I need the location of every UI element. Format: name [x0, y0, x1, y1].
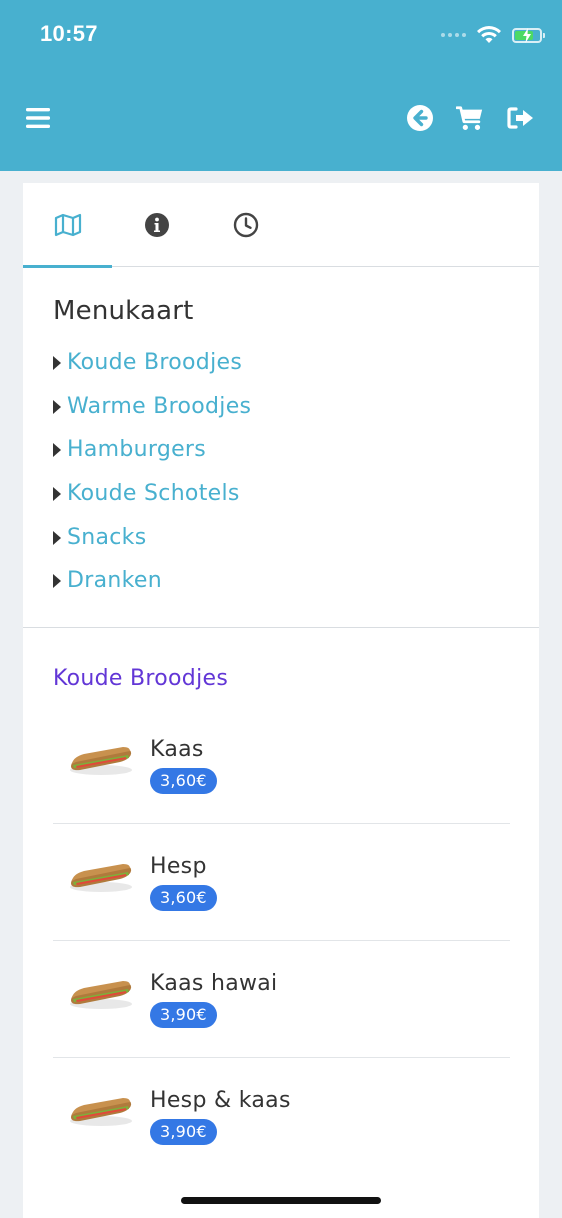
menu-item-label[interactable]: Dranken: [67, 568, 162, 593]
menu-item-label[interactable]: Koude Schotels: [67, 481, 240, 506]
product-name: Hesp: [150, 854, 207, 879]
menu-category-list: Koude Broodjes Warme Broodjes Hamburgers…: [53, 341, 251, 603]
section-divider: [23, 627, 539, 628]
menu-item-koude-schotels[interactable]: Koude Schotels: [53, 472, 251, 516]
caret-right-icon: [53, 399, 61, 414]
arrow-circle-left-icon: [407, 105, 433, 131]
caret-right-icon: [53, 530, 61, 545]
shopping-cart-icon: [456, 106, 483, 130]
status-indicators: [441, 24, 545, 46]
sandwich-icon: [70, 864, 132, 892]
menu-title: Menukaart: [53, 296, 194, 326]
restaurant-card: Menukaart Koude Broodjes Warme Broodjes …: [23, 183, 539, 1218]
menu-item-label[interactable]: Hamburgers: [67, 437, 206, 462]
caret-right-icon: [53, 574, 61, 589]
logout-button[interactable]: [507, 104, 535, 132]
caret-right-icon: [53, 356, 61, 371]
sandwich-icon: [70, 747, 132, 775]
back-button[interactable]: [406, 104, 434, 132]
sandwich-icon: [70, 1098, 132, 1126]
menu-item-label[interactable]: Snacks: [67, 525, 147, 550]
product-name: Hesp & kaas: [150, 1088, 291, 1113]
hamburger-icon: [26, 108, 50, 128]
menu-item-dranken[interactable]: Dranken: [53, 559, 251, 603]
price-badge: 3,90€: [150, 1002, 217, 1028]
tab-opening-hours[interactable]: [201, 183, 290, 267]
clock-icon: [233, 212, 258, 238]
menu-item-label[interactable]: Warme Broodjes: [67, 394, 251, 419]
product-name: Kaas: [150, 737, 204, 762]
product-item[interactable]: Kaas hawai 3,90€: [53, 941, 510, 1058]
home-indicator[interactable]: [181, 1197, 381, 1204]
sandwich-icon: [70, 981, 132, 1009]
product-list: Kaas 3,60€ Hesp 3,60€ Kaas hawai 3,90€ H…: [53, 707, 510, 1175]
tab-menu-map[interactable]: [23, 183, 112, 268]
category-title: Koude Broodjes: [53, 666, 229, 691]
cellular-signal-icon: [441, 33, 466, 37]
menu-item-warme-broodjes[interactable]: Warme Broodjes: [53, 385, 251, 429]
map-icon: [54, 213, 81, 237]
wifi-icon: [477, 26, 501, 43]
info-icon: [144, 213, 169, 237]
caret-right-icon: [53, 443, 61, 458]
price-badge: 3,90€: [150, 1119, 217, 1145]
sign-out-icon: [507, 107, 533, 129]
price-badge: 3,60€: [150, 768, 217, 794]
product-item[interactable]: Kaas 3,60€: [53, 707, 510, 824]
menu-item-label[interactable]: Koude Broodjes: [67, 350, 242, 375]
cart-button[interactable]: [456, 104, 484, 132]
battery-icon: [512, 27, 545, 43]
price-badge: 3,60€: [150, 885, 217, 911]
tab-bar: [23, 183, 539, 268]
product-item[interactable]: Hesp & kaas 3,90€: [53, 1058, 510, 1175]
status-time: 10:57: [40, 21, 98, 46]
product-name: Kaas hawai: [150, 971, 278, 996]
product-item[interactable]: Hesp 3,60€: [53, 824, 510, 941]
menu-button[interactable]: [25, 104, 53, 132]
caret-right-icon: [53, 487, 61, 502]
menu-item-snacks[interactable]: Snacks: [53, 515, 251, 559]
menu-item-hamburgers[interactable]: Hamburgers: [53, 428, 251, 472]
app-header: 10:57: [0, 0, 562, 171]
menu-item-koude-broodjes[interactable]: Koude Broodjes: [53, 341, 251, 385]
tab-info[interactable]: [112, 183, 201, 267]
